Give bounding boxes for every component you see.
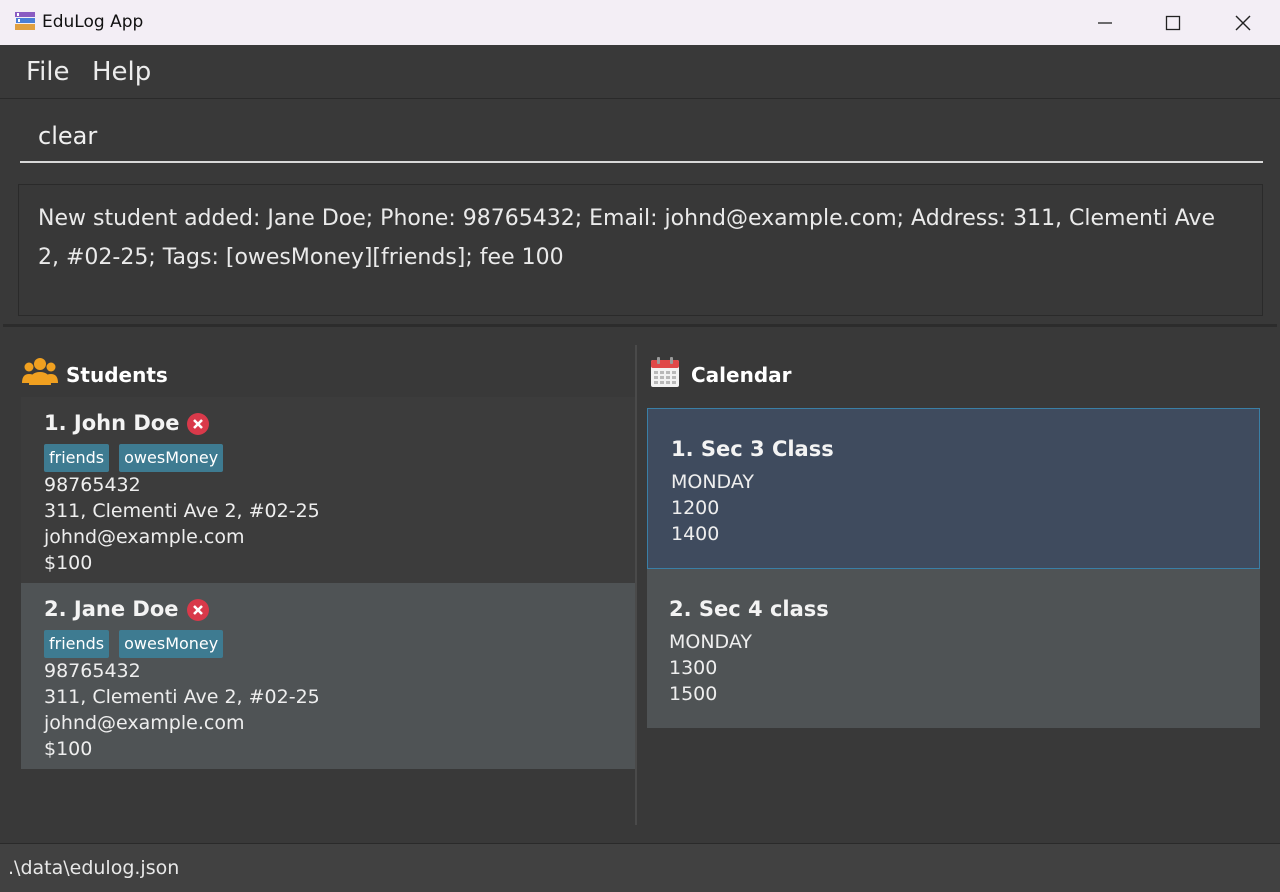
event-end: 1500: [669, 683, 718, 705]
minimize-icon: [1098, 21, 1112, 24]
student-name: 2. Jane Doe: [44, 597, 179, 621]
calendar-icon: [651, 357, 679, 387]
section-divider: [3, 324, 1277, 327]
result-message: New student added: Jane Doe; Phone: 9876…: [38, 206, 1216, 270]
student-card[interactable]: 2. Jane Doe friends owesMoney 98765432 3…: [21, 583, 635, 769]
close-button[interactable]: [1208, 0, 1278, 45]
calendar-title: Calendar: [691, 363, 792, 387]
student-fee: $100: [44, 552, 93, 574]
result-display: New student added: Jane Doe; Phone: 9876…: [18, 184, 1263, 316]
books-icon: [15, 12, 35, 30]
close-icon: [1235, 15, 1251, 30]
minimize-button[interactable]: [1070, 0, 1140, 45]
window-title: EduLog App: [42, 12, 144, 32]
menu-bar: File Help: [0, 45, 1280, 99]
tag-list: friends owesMoney: [44, 444, 224, 472]
calendar-event-card[interactable]: 2. Sec 4 class MONDAY 1300 1500: [647, 569, 1260, 728]
delete-icon[interactable]: [186, 598, 210, 622]
maximize-icon: [1165, 15, 1181, 30]
student-phone: 98765432: [44, 474, 141, 496]
users-icon: [22, 358, 58, 385]
tag-label: friends: [44, 630, 110, 658]
title-bar: EduLog App: [0, 0, 1280, 45]
student-card[interactable]: 1. John Doe friends owesMoney 98765432 3…: [21, 397, 635, 583]
event-end: 1400: [671, 523, 720, 545]
event-start: 1300: [669, 657, 718, 679]
panel-divider: [635, 345, 637, 825]
maximize-button[interactable]: [1138, 0, 1208, 45]
tag-label: owesMoney: [119, 630, 224, 658]
student-fee: $100: [44, 738, 93, 760]
tag-list: friends owesMoney: [44, 630, 224, 658]
menu-help[interactable]: Help: [92, 57, 151, 87]
student-address: 311, Clementi Ave 2, #02-25: [44, 500, 320, 522]
student-email: johnd@example.com: [44, 526, 245, 548]
event-name: 1. Sec 3 Class: [671, 437, 834, 461]
data-file-path: .\data\edulog.json: [8, 857, 180, 879]
delete-icon[interactable]: [186, 412, 210, 436]
students-title: Students: [66, 363, 168, 387]
status-bar: .\data\edulog.json: [0, 843, 1280, 892]
event-day: MONDAY: [671, 471, 754, 493]
student-email: johnd@example.com: [44, 712, 245, 734]
event-name: 2. Sec 4 class: [669, 597, 829, 621]
student-name: 1. John Doe: [44, 411, 180, 435]
command-input[interactable]: [20, 111, 1263, 163]
student-phone: 98765432: [44, 660, 141, 682]
menu-file[interactable]: File: [26, 57, 70, 87]
tag-label: friends: [44, 444, 110, 472]
tag-label: owesMoney: [119, 444, 224, 472]
event-day: MONDAY: [669, 631, 752, 653]
app-window: EduLog App File Help New student added: …: [0, 0, 1280, 892]
calendar-event-card[interactable]: 1. Sec 3 Class MONDAY 1200 1400: [647, 408, 1260, 569]
command-box: [3, 99, 1277, 175]
event-start: 1200: [671, 497, 720, 519]
student-address: 311, Clementi Ave 2, #02-25: [44, 686, 320, 708]
